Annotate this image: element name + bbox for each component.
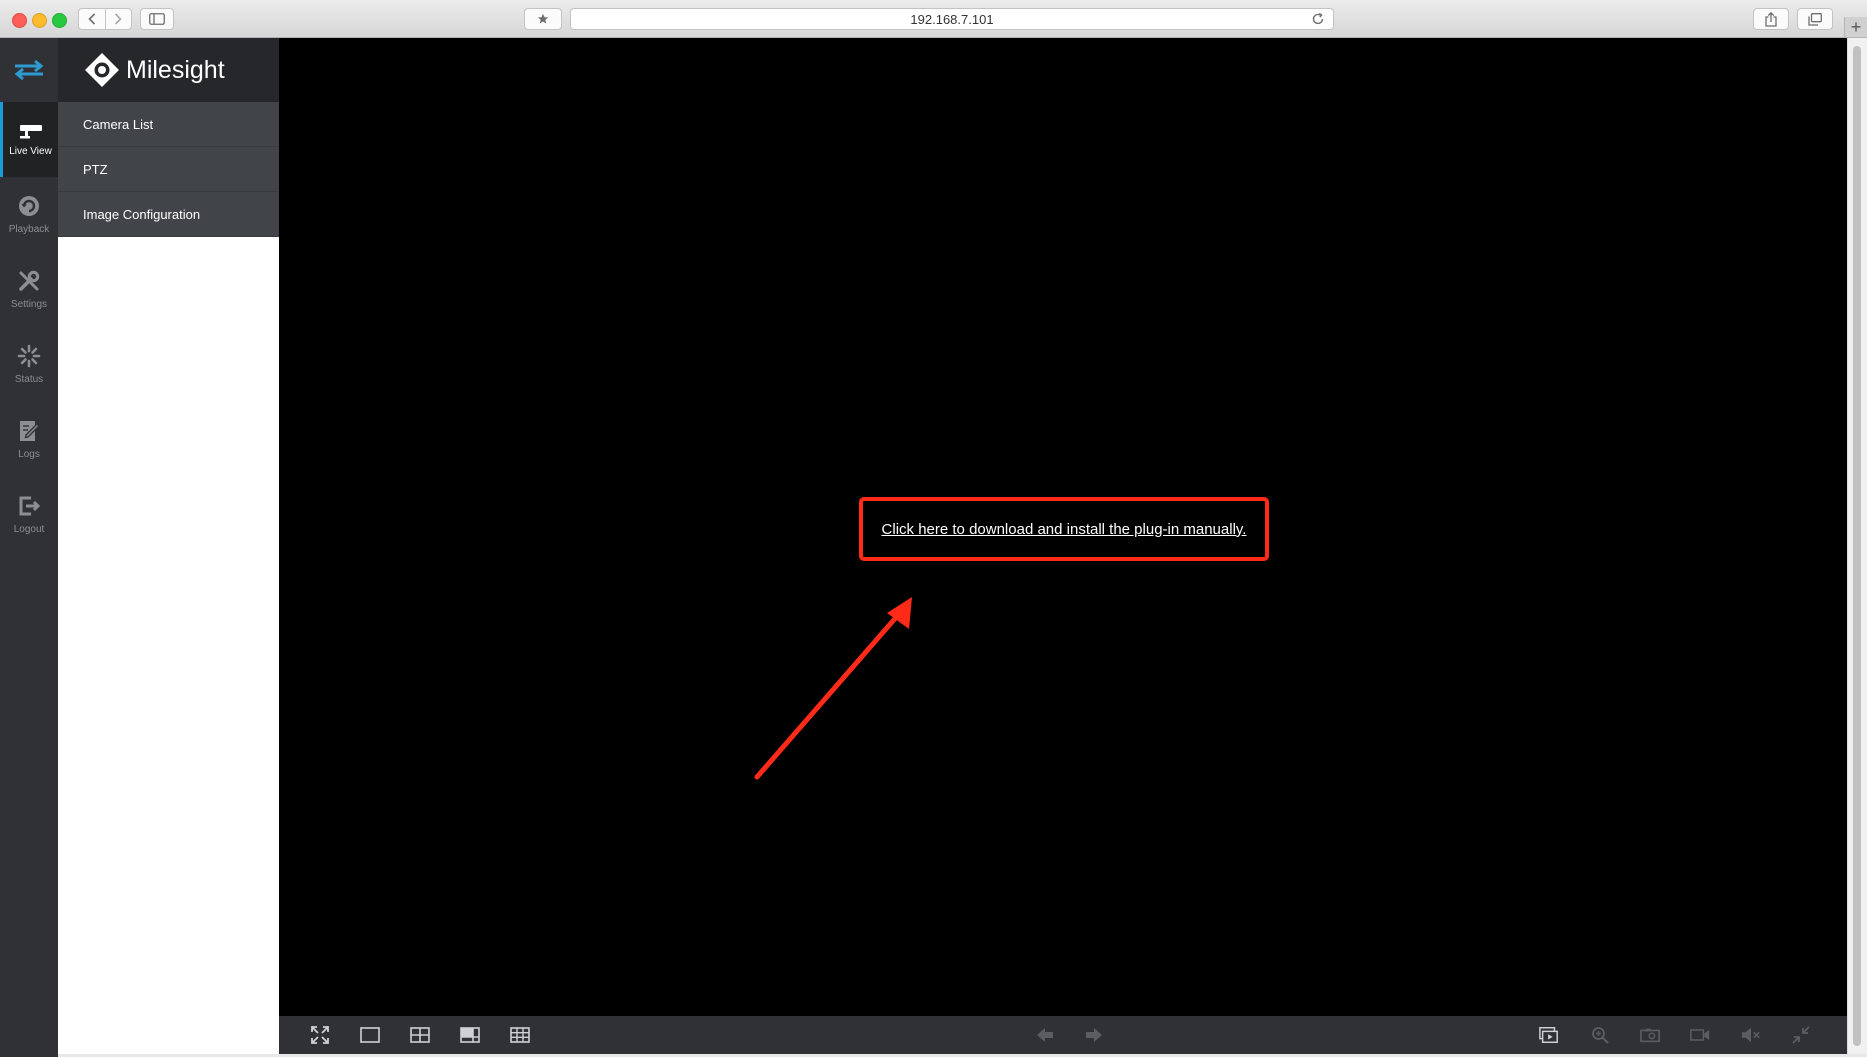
window-maximize-button[interactable] bbox=[52, 13, 67, 28]
previous-page-button[interactable] bbox=[1035, 1026, 1055, 1044]
main-nav-rail: Live View Playback Settings Status Logs … bbox=[0, 38, 58, 1057]
zoom-icon bbox=[1592, 1027, 1609, 1044]
nav-toggle-button[interactable] bbox=[0, 38, 58, 102]
rail-label: Live View bbox=[9, 146, 52, 157]
logs-icon bbox=[20, 421, 40, 441]
six-view-icon bbox=[460, 1027, 480, 1043]
chevron-left-icon bbox=[88, 13, 95, 25]
stream-switch-button[interactable] bbox=[1539, 1026, 1559, 1044]
layout-1-button[interactable] bbox=[360, 1026, 380, 1044]
submenu-list: Camera List PTZ Image Configuration bbox=[58, 102, 279, 237]
milesight-logo-icon bbox=[85, 53, 119, 87]
video-camera-icon bbox=[1690, 1029, 1710, 1041]
arrow-right-icon bbox=[1086, 1028, 1102, 1042]
reload-icon[interactable] bbox=[1311, 12, 1325, 26]
rail-item-playback[interactable]: Playback bbox=[0, 177, 58, 252]
rail-label: Settings bbox=[10, 299, 48, 310]
annotation-arrow-icon bbox=[754, 597, 912, 780]
address-url: 192.168.7.101 bbox=[910, 11, 994, 27]
back-button[interactable] bbox=[79, 9, 105, 29]
zoom-button[interactable] bbox=[1590, 1026, 1610, 1044]
star-icon bbox=[537, 13, 549, 24]
video-toolbar bbox=[279, 1016, 1847, 1054]
status-icon bbox=[17, 344, 41, 368]
rail-item-live-view[interactable]: Live View bbox=[0, 102, 58, 177]
bookmark-button[interactable] bbox=[524, 8, 562, 30]
logout-icon bbox=[19, 496, 41, 516]
snapshot-button[interactable] bbox=[1640, 1026, 1660, 1044]
quad-view-icon bbox=[410, 1027, 430, 1043]
next-page-button[interactable] bbox=[1084, 1026, 1104, 1044]
window-close-button[interactable] bbox=[12, 13, 27, 28]
submenu-item-ptz[interactable]: PTZ bbox=[58, 147, 279, 192]
scrollbar-thumb[interactable] bbox=[1853, 46, 1861, 1046]
playback-icon bbox=[19, 196, 39, 216]
fullscreen-button[interactable] bbox=[310, 1026, 330, 1044]
snapshot-icon bbox=[1640, 1028, 1660, 1043]
expand-icon bbox=[311, 1026, 329, 1044]
share-icon bbox=[1765, 11, 1777, 27]
exit-fullscreen-button[interactable] bbox=[1791, 1026, 1811, 1044]
forward-button[interactable] bbox=[104, 9, 132, 29]
record-button[interactable] bbox=[1690, 1026, 1710, 1044]
layout-9-button[interactable] bbox=[510, 1026, 530, 1044]
rail-label: Logs bbox=[18, 449, 40, 460]
stream-icon bbox=[1539, 1026, 1558, 1043]
window-minimize-button[interactable] bbox=[32, 13, 47, 28]
page-scrollbar[interactable] bbox=[1847, 38, 1867, 1054]
layout-4-button[interactable] bbox=[410, 1026, 430, 1044]
tabs-icon bbox=[1808, 12, 1822, 26]
rail-item-logout[interactable]: Logout bbox=[0, 477, 58, 552]
rail-item-status[interactable]: Status bbox=[0, 327, 58, 402]
sidebar-toggle-button[interactable] bbox=[140, 8, 174, 30]
rail-label: Logout bbox=[13, 524, 45, 535]
nine-view-icon bbox=[510, 1027, 530, 1043]
audio-button[interactable] bbox=[1741, 1026, 1761, 1044]
single-view-icon bbox=[360, 1027, 380, 1043]
address-bar[interactable]: 192.168.7.101 bbox=[570, 8, 1334, 30]
rail-label: Status bbox=[14, 374, 44, 385]
rail-item-logs[interactable]: Logs bbox=[0, 402, 58, 477]
rail-label: Playback bbox=[8, 224, 50, 235]
arrow-left-icon bbox=[1037, 1028, 1053, 1042]
submenu-item-image-configuration[interactable]: Image Configuration bbox=[58, 192, 279, 237]
tab-overview-button[interactable] bbox=[1797, 8, 1833, 30]
brand-name: Milesight bbox=[126, 55, 225, 84]
camera-icon bbox=[19, 125, 42, 139]
sidebar-icon bbox=[149, 13, 165, 25]
browser-toolbar: 192.168.7.101 + bbox=[0, 0, 1867, 38]
settings-icon bbox=[19, 270, 40, 291]
speaker-mute-icon bbox=[1741, 1027, 1760, 1043]
chevron-right-icon bbox=[115, 13, 122, 25]
layout-6-button[interactable] bbox=[460, 1026, 480, 1044]
live-view-area: Click here to download and install the p… bbox=[279, 38, 1847, 1054]
rail-item-settings[interactable]: Settings bbox=[0, 252, 58, 327]
new-tab-button[interactable]: + bbox=[1844, 17, 1867, 37]
submenu-panel: Milesight Camera List PTZ Image Configur… bbox=[58, 38, 279, 1054]
shrink-icon bbox=[1792, 1026, 1810, 1044]
swap-arrows-icon bbox=[14, 59, 44, 81]
share-button[interactable] bbox=[1753, 8, 1789, 30]
brand-header: Milesight bbox=[58, 38, 279, 102]
nav-buttons bbox=[78, 8, 132, 30]
submenu-item-camera-list[interactable]: Camera List bbox=[58, 102, 279, 147]
